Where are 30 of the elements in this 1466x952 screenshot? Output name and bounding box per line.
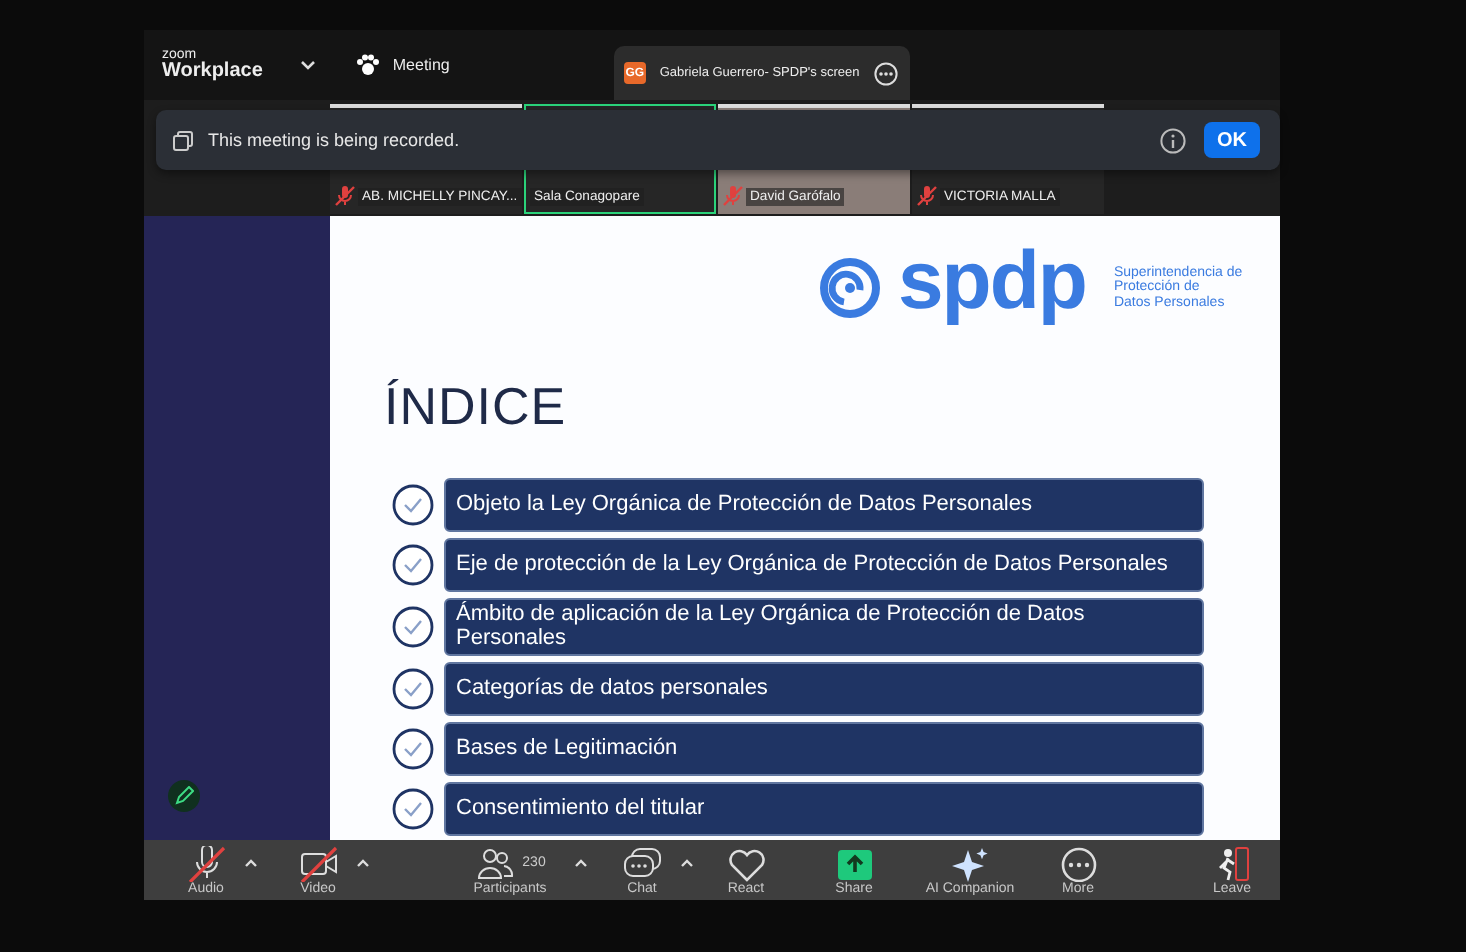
- index-item: Consentimiento del titular: [444, 782, 1204, 837]
- index-item: Bases de Legitimación: [444, 722, 1204, 777]
- chevron-icon: [300, 59, 317, 71]
- caret-icon: [679, 857, 693, 867]
- sparkle-icon: [949, 845, 991, 881]
- caret-icon: [573, 857, 587, 867]
- chat-bubbles-icon: [621, 845, 663, 881]
- annotate-pencil-icon[interactable]: [168, 780, 200, 812]
- heart-icon: [725, 845, 767, 881]
- index-item: Eje de protección de la Ley Orgánica de Protección de Datos Personales: [444, 538, 1204, 592]
- slide-title: ÍNDICE: [384, 376, 569, 438]
- more-options-button[interactable]: [873, 61, 898, 85]
- ok-button[interactable]: OK: [1204, 122, 1260, 158]
- info-button[interactable]: [1158, 126, 1186, 154]
- index-item: Ámbito de aplicación de la Ley Orgánica de Protección de Datos Personales: [444, 598, 1204, 657]
- organization-logo-text: spdp: [898, 233, 1086, 327]
- people-icon: [474, 845, 517, 881]
- caret-icon: [355, 857, 369, 867]
- paw-icon: [356, 54, 381, 76]
- ellipsis-icon: [873, 61, 898, 85]
- ellipsis-icon: [1057, 845, 1099, 881]
- caret-icon: [243, 857, 257, 867]
- meeting-tab[interactable]: Meeting: [356, 54, 450, 76]
- swirl-logo-icon: [820, 258, 880, 318]
- index-item: Objeto la Ley Orgánica de Protección de Datos Personales: [444, 478, 1204, 532]
- banner-message: This meeting is being recorded.: [208, 130, 460, 150]
- recording-icon: [172, 129, 194, 151]
- app-logo-text: Workplace: [162, 62, 263, 82]
- index-item: Categorías de datos personales: [444, 662, 1204, 717]
- info-icon: [1159, 127, 1185, 153]
